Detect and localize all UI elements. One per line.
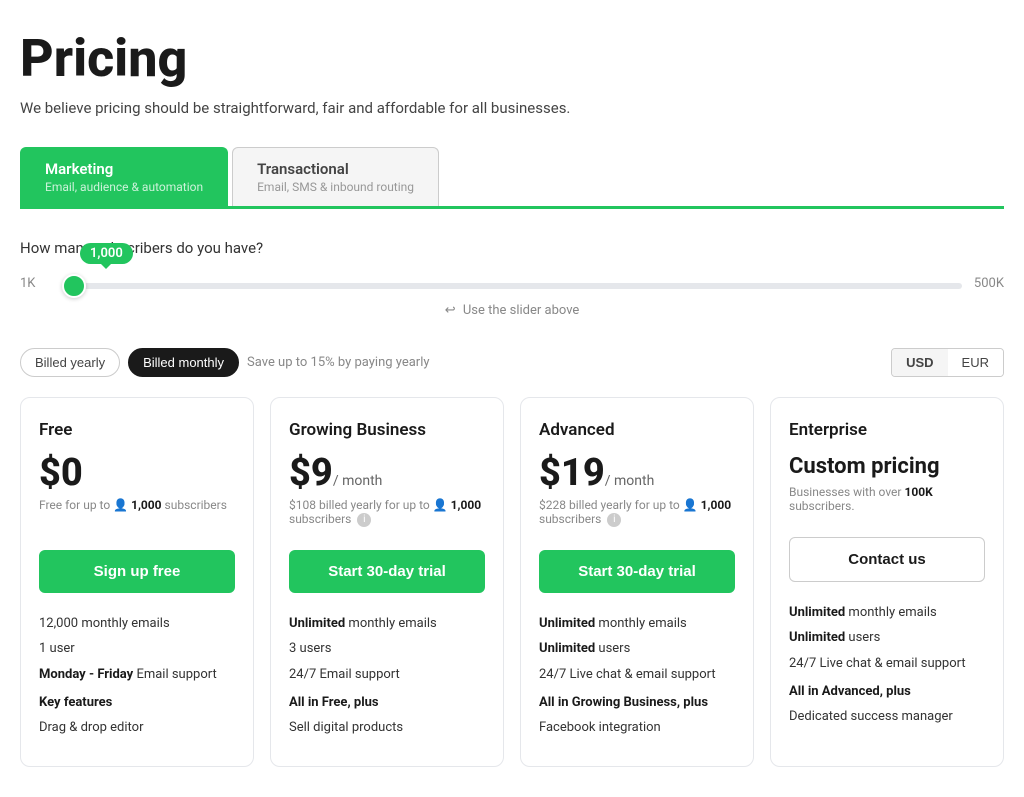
plan-price-enterprise: Custom pricing: [789, 454, 985, 479]
plan-feature-item: Key features: [39, 694, 235, 712]
plan-feature-item: Dedicated success manager: [789, 708, 985, 726]
plan-cta-advanced[interactable]: Start 30-day trial: [539, 550, 735, 593]
billed-yearly-btn[interactable]: Billed yearly: [20, 348, 120, 377]
page-title: Pricing: [20, 30, 1004, 87]
slider-min-label: 1K: [20, 276, 50, 291]
plan-name-advanced: Advanced: [539, 420, 735, 440]
plan-price-free: $0: [39, 454, 235, 492]
plan-card-advanced: Advanced $19/ month $228 billed yearly for…: [520, 397, 754, 767]
subscribers-slider[interactable]: [62, 283, 962, 289]
plan-feature-item: Sell digital products: [289, 719, 485, 737]
plan-features-enterprise: Unlimited monthly emails Unlimited users 2…: [789, 604, 985, 726]
plan-feature-item: 1 user: [39, 640, 235, 658]
tab-transactional[interactable]: Transactional Email, SMS & inbound routi…: [232, 147, 439, 206]
plan-feature-item: 24/7 Live chat & email support: [789, 655, 985, 673]
plan-feature-item: Unlimited monthly emails: [789, 604, 985, 622]
slider-wrapper: 1,000: [62, 273, 962, 293]
currency-eur-btn[interactable]: EUR: [948, 349, 1003, 376]
slider-hint: ↩ Use the slider above: [20, 303, 1004, 318]
slider-max-label: 500K: [974, 276, 1004, 291]
plan-price-advanced: $19/ month: [539, 454, 735, 492]
currency-toggle: USD EUR: [891, 348, 1004, 377]
tab-marketing[interactable]: Marketing Email, audience & automation: [20, 147, 228, 206]
page-subtitle: We believe pricing should be straightfor…: [20, 99, 1004, 117]
plan-features-growing: Unlimited monthly emails 3 users 24/7 Emai…: [289, 615, 485, 737]
plan-cta-free[interactable]: Sign up free: [39, 550, 235, 593]
tab-transactional-label: Transactional: [257, 160, 414, 178]
billed-monthly-btn[interactable]: Billed monthly: [128, 348, 239, 377]
plan-feature-item: 3 users: [289, 640, 485, 658]
plan-features-free: 12,000 monthly emails 1 user Monday - Frid…: [39, 615, 235, 737]
plan-name-growing: Growing Business: [289, 420, 485, 440]
plan-feature-item: All in Free, plus: [289, 694, 485, 712]
slider-section: How many subscribers do you have? 1K 1,0…: [20, 239, 1004, 318]
tabs-row: Marketing Email, audience & automation T…: [20, 147, 1004, 209]
currency-usd-btn[interactable]: USD: [892, 349, 947, 376]
tab-marketing-label: Marketing: [45, 160, 203, 178]
plan-feature-item: Unlimited users: [539, 640, 735, 658]
plan-card-enterprise: Enterprise Custom pricing Businesses with …: [770, 397, 1004, 767]
plan-billing-note-enterprise: Businesses with over 100K subscribers.: [789, 485, 985, 519]
billing-left: Billed yearly Billed monthly Save up to …: [20, 348, 430, 377]
plan-name-free: Free: [39, 420, 235, 440]
plan-billing-note-free: Free for up to 👤 1,000 subscribers: [39, 498, 235, 532]
plan-feature-item: Drag & drop editor: [39, 719, 235, 737]
slider-question: How many subscribers do you have?: [20, 239, 1004, 257]
plan-feature-item: Unlimited monthly emails: [289, 615, 485, 633]
plan-feature-item: All in Advanced, plus: [789, 683, 985, 701]
tab-transactional-sub: Email, SMS & inbound routing: [257, 180, 414, 194]
plan-feature-item: Monday - Friday Email support: [39, 666, 235, 684]
plan-feature-item: 24/7 Email support: [289, 666, 485, 684]
plan-cta-enterprise[interactable]: Contact us: [789, 537, 985, 582]
plan-billing-note-growing: $108 billed yearly for up to 👤 1,000 sub…: [289, 498, 485, 532]
plan-feature-item: Unlimited users: [789, 629, 985, 647]
slider-hint-icon: ↩: [445, 303, 456, 318]
plan-features-advanced: Unlimited monthly emails Unlimited users 2…: [539, 615, 735, 737]
plan-feature-item: 12,000 monthly emails: [39, 615, 235, 633]
plan-name-enterprise: Enterprise: [789, 420, 985, 440]
billing-save-text: Save up to 15% by paying yearly: [247, 355, 430, 370]
plan-billing-note-advanced: $228 billed yearly for up to 👤 1,000 sub…: [539, 498, 735, 532]
plan-feature-item: All in Growing Business, plus: [539, 694, 735, 712]
plans-grid: Free $0 Free for up to 👤 1,000 subscribers…: [20, 397, 1004, 767]
plan-card-free: Free $0 Free for up to 👤 1,000 subscribers…: [20, 397, 254, 767]
slider-row: 1K 1,000 500K: [20, 273, 1004, 293]
plan-feature-item: Unlimited monthly emails: [539, 615, 735, 633]
slider-tooltip: 1,000: [80, 243, 133, 264]
tab-marketing-sub: Email, audience & automation: [45, 180, 203, 194]
billing-row: Billed yearly Billed monthly Save up to …: [20, 348, 1004, 377]
plan-cta-growing[interactable]: Start 30-day trial: [289, 550, 485, 593]
plan-card-growing: Growing Business $9/ month $108 billed yea…: [270, 397, 504, 767]
plan-feature-item: Facebook integration: [539, 719, 735, 737]
plan-feature-item: 24/7 Live chat & email support: [539, 666, 735, 684]
plan-price-growing: $9/ month: [289, 454, 485, 492]
